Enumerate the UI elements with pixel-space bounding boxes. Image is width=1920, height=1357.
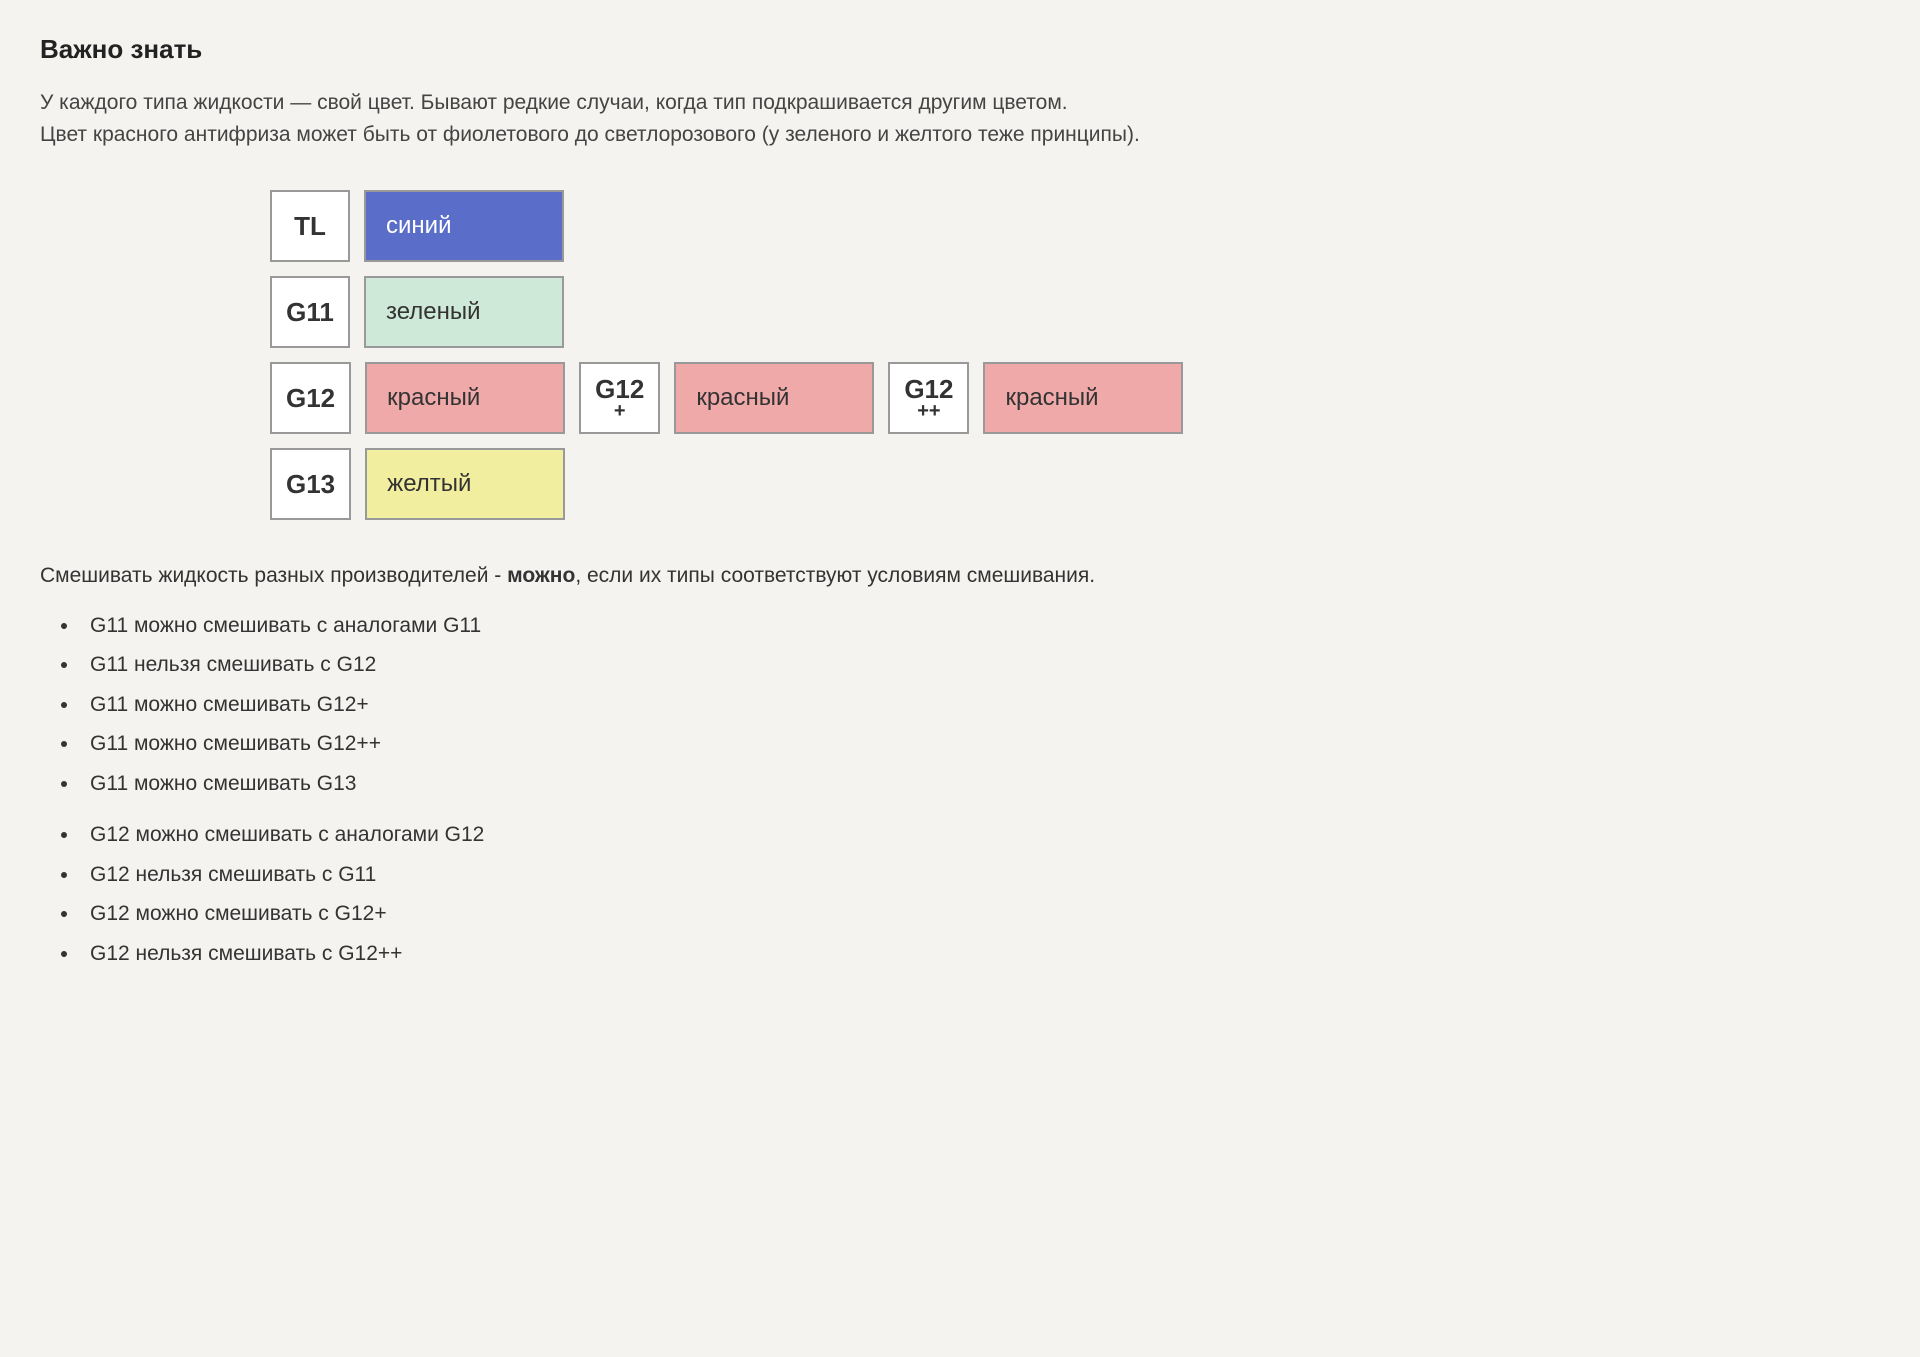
color-swatch: синий — [364, 190, 564, 262]
rule-item: G12 нельзя смешивать с G12++ — [80, 938, 1880, 970]
color-swatch: красный — [983, 362, 1183, 434]
type-code-box: G12 — [270, 362, 351, 434]
type-code: G11 — [286, 299, 334, 325]
color-type-chart: TLсинийG11зеленыйG12красныйG12+красныйG1… — [270, 190, 1880, 520]
type-code-box: G12+ — [579, 362, 660, 434]
color-swatch: красный — [674, 362, 874, 434]
rule-item: G12 можно смешивать с аналогами G12 — [80, 819, 1880, 851]
rules-list-g11: G11 можно смешивать с аналогами G11 G11 н… — [40, 610, 1880, 800]
mixing-bold: можно — [507, 564, 575, 587]
type-code-suffix: ++ — [917, 402, 940, 420]
type-code: G12 — [286, 385, 335, 411]
mixing-intro: Смешивать жидкость разных производителей… — [40, 560, 1880, 592]
type-code-box: G11 — [270, 276, 350, 348]
rule-item: G11 можно смешивать G12++ — [80, 728, 1880, 760]
type-code-box: TL — [270, 190, 350, 262]
color-swatch: красный — [365, 362, 565, 434]
color-swatch: зеленый — [364, 276, 564, 348]
intro-line-2: Цвет красного антифриза может быть от фи… — [40, 119, 1880, 151]
color-swatch: желтый — [365, 448, 565, 520]
section-heading: Важно знать — [40, 30, 1880, 69]
type-code: G13 — [286, 471, 335, 497]
type-code-box: G13 — [270, 448, 351, 520]
rule-item: G11 нельзя смешивать с G12 — [80, 649, 1880, 681]
rules-list-g12: G12 можно смешивать с аналогами G12 G12 н… — [40, 819, 1880, 969]
intro-line-1: У каждого типа жидкости — свой цвет. Быв… — [40, 87, 1880, 119]
rule-item: G12 можно смешивать с G12+ — [80, 898, 1880, 930]
rule-item: G11 можно смешивать G13 — [80, 768, 1880, 800]
chart-row: TL синий — [270, 190, 1880, 262]
type-code-suffix: + — [614, 402, 626, 420]
chart-row: G12красныйG12+красныйG12++красный — [270, 362, 1880, 434]
intro-text: У каждого типа жидкости — свой цвет. Быв… — [40, 87, 1880, 150]
rule-item: G12 нельзя смешивать с G11 — [80, 859, 1880, 891]
chart-row: G13 желтый — [270, 448, 1880, 520]
mixing-prefix: Смешивать жидкость разных производителей… — [40, 564, 507, 587]
type-code: G12 — [595, 376, 644, 402]
type-code-box: G12++ — [888, 362, 969, 434]
chart-row: G11 зеленый — [270, 276, 1880, 348]
type-code: TL — [294, 213, 326, 239]
type-code: G12 — [904, 376, 953, 402]
rule-item: G11 можно смешивать с аналогами G11 — [80, 610, 1880, 642]
rule-item: G11 можно смешивать G12+ — [80, 689, 1880, 721]
mixing-suffix: , если их типы соответствуют условиям см… — [575, 564, 1095, 587]
